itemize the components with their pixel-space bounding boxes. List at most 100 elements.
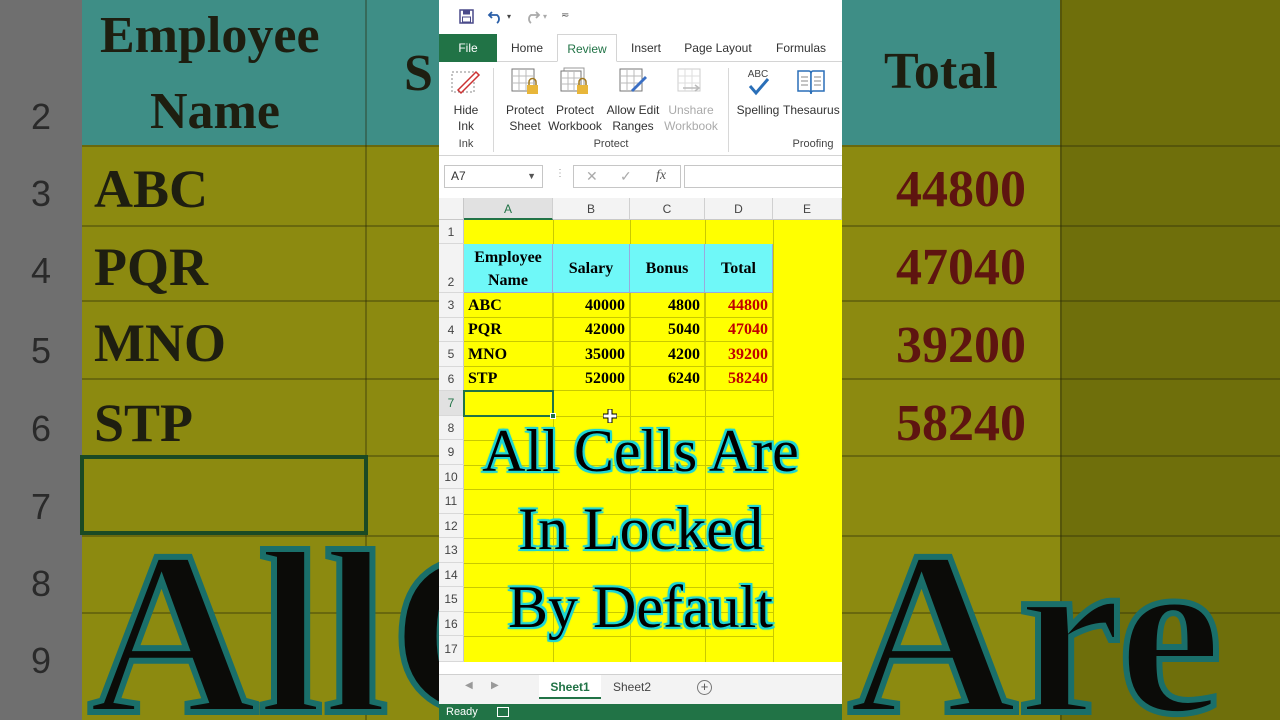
name-box[interactable]: A7 ▼ bbox=[444, 165, 543, 188]
unshare-workbook-label: Unshare Workbook bbox=[664, 103, 718, 133]
row-header[interactable]: 2 bbox=[439, 244, 464, 293]
overlay-line-1: All Cells Are bbox=[482, 418, 799, 484]
table-cell-name[interactable]: MNO bbox=[464, 342, 553, 367]
table-cell-bonus[interactable]: 4800 bbox=[630, 293, 705, 318]
overlay-caption: All Cells Are In Locked By Default bbox=[439, 412, 842, 646]
table-cell-salary[interactable]: 42000 bbox=[553, 318, 630, 342]
table-cell-salary[interactable]: 35000 bbox=[553, 342, 630, 367]
bg-name: PQR bbox=[94, 237, 208, 297]
table-header-cell[interactable]: Total bbox=[705, 244, 773, 293]
redo-dropdown-icon[interactable]: ▾ bbox=[543, 12, 547, 21]
ribbon-separator bbox=[728, 68, 729, 152]
table-header-cell[interactable]: Bonus bbox=[630, 244, 705, 293]
bg-row-number: 8 bbox=[30, 563, 52, 604]
tab-page-layout[interactable]: Page Layout bbox=[681, 34, 755, 62]
proofing-group-label: Proofing bbox=[792, 138, 834, 150]
formula-bar-grip-icon: ⋮ bbox=[555, 168, 565, 179]
bg-overlay-are: Are bbox=[845, 503, 1225, 720]
bg-row-number: 2 bbox=[30, 96, 52, 137]
table-cell-name[interactable]: ABC bbox=[464, 293, 553, 318]
table-cell-total[interactable]: 58240 bbox=[705, 367, 773, 391]
scroll-right-icon[interactable]: ▶ bbox=[491, 680, 499, 691]
table-cell-name[interactable]: STP bbox=[464, 367, 553, 391]
ribbon: Hide Ink Ink Protect Sheet Protect Workb… bbox=[439, 62, 842, 156]
table-header-cell[interactable]: Employee Name bbox=[464, 244, 553, 293]
table-cell-total[interactable]: 39200 bbox=[705, 342, 773, 367]
column-header-e[interactable]: E bbox=[773, 198, 842, 220]
macro-record-icon[interactable] bbox=[497, 707, 509, 717]
row-header[interactable]: 6 bbox=[439, 367, 464, 391]
ink-group-label: Ink bbox=[458, 138, 474, 150]
column-header-c[interactable]: C bbox=[630, 198, 705, 220]
quick-access-toolbar: ▾ ▾ ≂ bbox=[439, 0, 842, 34]
status-bar: Ready bbox=[439, 704, 842, 720]
bg-total: 39200 bbox=[896, 317, 1026, 374]
bg-row-number: 3 bbox=[30, 173, 52, 214]
customize-icon[interactable]: ≂ bbox=[561, 10, 569, 21]
bg-total: 47040 bbox=[896, 239, 1026, 296]
tab-home[interactable]: Home bbox=[501, 34, 553, 62]
allow-edit-ranges-label: Allow Edit Ranges bbox=[606, 103, 660, 133]
table-cell-total[interactable]: 47040 bbox=[705, 318, 773, 342]
bg-overlay-all: All bbox=[85, 503, 391, 720]
protect-workbook-icon bbox=[559, 66, 591, 98]
save-icon[interactable] bbox=[459, 9, 474, 28]
formula-input[interactable] bbox=[684, 165, 842, 188]
insert-function-icon[interactable]: fx bbox=[656, 168, 666, 184]
column-header-b[interactable]: B bbox=[553, 198, 630, 220]
sheet-tab-sheet2[interactable]: Sheet2 bbox=[603, 675, 661, 699]
tab-insert[interactable]: Insert bbox=[623, 34, 669, 62]
allow-edit-ranges-button[interactable]: Allow Edit Ranges bbox=[605, 66, 661, 134]
chevron-down-icon[interactable]: ▼ bbox=[527, 166, 536, 187]
unshare-workbook-button[interactable]: Unshare Workbook bbox=[663, 66, 719, 134]
table-cell-bonus[interactable]: 6240 bbox=[630, 367, 705, 391]
bg-name: MNO bbox=[94, 313, 226, 373]
tab-formulas[interactable]: Formulas bbox=[769, 34, 833, 62]
row-header[interactable]: 5 bbox=[439, 342, 464, 367]
table-cell-bonus[interactable]: 5040 bbox=[630, 318, 705, 342]
bg-row-number: 5 bbox=[30, 330, 52, 371]
bg-name: STP bbox=[94, 393, 194, 453]
column-header-a[interactable]: A bbox=[464, 198, 553, 220]
hide-ink-button[interactable]: Hide Ink bbox=[445, 66, 487, 134]
overlay-line-2: In Locked bbox=[518, 496, 763, 562]
undo-dropdown-icon[interactable]: ▾ bbox=[507, 12, 511, 21]
table-cell-salary[interactable]: 40000 bbox=[553, 293, 630, 318]
enter-icon[interactable]: ✓ bbox=[620, 168, 632, 185]
spelling-abc-text: ABC bbox=[748, 69, 769, 80]
redo-icon[interactable] bbox=[523, 8, 541, 28]
table-header-cell[interactable]: Salary bbox=[553, 244, 630, 293]
row-header[interactable]: 3 bbox=[439, 293, 464, 318]
sheet-tab-sheet1[interactable]: Sheet1 bbox=[539, 675, 601, 699]
tab-file[interactable]: File bbox=[439, 34, 497, 62]
bg-header-name: Name bbox=[150, 83, 280, 140]
excel-window: ▾ ▾ ≂ File Home Review Insert Page Layou… bbox=[439, 0, 842, 720]
protect-sheet-button[interactable]: Protect Sheet bbox=[501, 66, 549, 134]
table-cell-name[interactable]: PQR bbox=[464, 318, 553, 342]
row-header[interactable]: 1 bbox=[439, 220, 464, 244]
cancel-icon[interactable]: ✕ bbox=[586, 168, 598, 185]
table-cell-total[interactable]: 44800 bbox=[705, 293, 773, 318]
spelling-button[interactable]: ABC Spelling bbox=[735, 66, 781, 118]
thesaurus-button[interactable]: Thesaurus bbox=[783, 66, 840, 118]
bg-total: 58240 bbox=[896, 395, 1026, 452]
protect-workbook-label: Protect Workbook bbox=[548, 103, 602, 133]
column-header-d[interactable]: D bbox=[705, 198, 773, 220]
undo-icon[interactable] bbox=[487, 8, 505, 28]
spelling-label: Spelling bbox=[736, 103, 780, 117]
protect-workbook-button[interactable]: Protect Workbook bbox=[545, 66, 605, 134]
row-header[interactable]: 4 bbox=[439, 318, 464, 342]
bg-header-total: Total bbox=[884, 43, 998, 100]
select-all-corner[interactable] bbox=[439, 198, 464, 220]
name-box-value: A7 bbox=[451, 169, 466, 183]
status-text: Ready bbox=[446, 706, 478, 718]
bg-row-number: 7 bbox=[30, 486, 52, 527]
thesaurus-icon bbox=[795, 66, 827, 98]
table-cell-bonus[interactable]: 4200 bbox=[630, 342, 705, 367]
overlay-line-3: By Default bbox=[508, 574, 773, 640]
tab-review[interactable]: Review bbox=[557, 34, 617, 62]
formula-bar: A7 ▼ ⋮ ✕ ✓ fx bbox=[439, 156, 842, 198]
table-cell-salary[interactable]: 52000 bbox=[553, 367, 630, 391]
scroll-left-icon[interactable]: ◀ bbox=[465, 680, 473, 691]
add-sheet-icon[interactable]: + bbox=[697, 680, 712, 695]
